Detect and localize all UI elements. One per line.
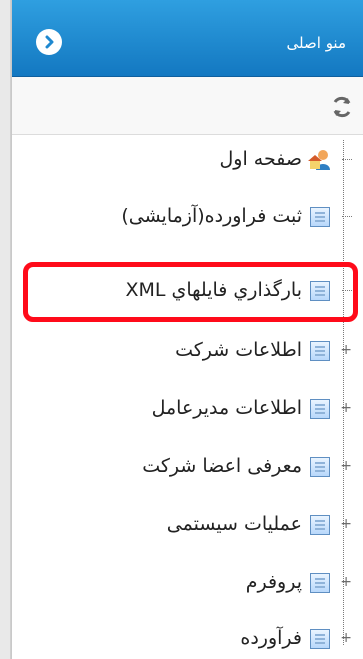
tree-item-label: عملیات سیستمی — [166, 513, 302, 535]
menu-toolbar — [12, 77, 363, 135]
expand-icon[interactable]: + — [340, 459, 352, 473]
tree-item-label: معرفی اعضا شرکت — [142, 455, 302, 477]
refresh-button[interactable] — [330, 95, 354, 119]
document-icon — [310, 207, 330, 227]
tree-connector — [342, 159, 352, 160]
main-menu-panel: منو اصلی صفحه اول ثبت فراورده(آزمایشی) ب… — [11, 0, 363, 659]
collapse-button[interactable] — [36, 29, 62, 55]
menu-header: منو اصلی — [12, 0, 363, 77]
document-icon — [310, 629, 330, 649]
chevron-right-icon — [45, 35, 54, 49]
tree-item-company-info[interactable]: + اطلاعات شرکت — [12, 331, 363, 371]
document-icon — [310, 399, 330, 419]
tree-item-label: پروفرم — [245, 571, 302, 593]
tree-item-company-members[interactable]: + معرفی اعضا شرکت — [12, 447, 363, 487]
tree-item-label: اطلاعات مدیرعامل — [151, 397, 302, 419]
tree-item-register-product[interactable]: ثبت فراورده(آزمایشی) — [12, 197, 363, 237]
tree-item-label: ثبت فراورده(آزمایشی) — [121, 205, 302, 227]
tree-item-ceo-info[interactable]: + اطلاعات مدیرعامل — [12, 389, 363, 429]
document-icon — [310, 573, 330, 593]
tree-item-system-operations[interactable]: + عملیات سیستمی — [12, 505, 363, 545]
highlight-box — [23, 262, 358, 322]
menu-title: منو اصلی — [286, 34, 346, 52]
menu-tree: صفحه اول ثبت فراورده(آزمایشی) بارگذاري ف… — [12, 135, 363, 659]
tree-item-label: صفحه اول — [219, 148, 303, 170]
document-icon — [310, 341, 330, 361]
tree-item-label: فرآورده — [240, 627, 302, 649]
tree-item-product[interactable]: + فرآورده — [12, 619, 363, 659]
expand-icon[interactable]: + — [340, 631, 352, 645]
home-user-icon — [308, 150, 330, 170]
left-edge — [0, 0, 11, 659]
tree-item-proforma[interactable]: + پروفرم — [12, 563, 363, 603]
tree-item-label: اطلاعات شرکت — [175, 339, 302, 361]
expand-icon[interactable]: + — [340, 517, 352, 531]
document-icon — [310, 515, 330, 535]
refresh-icon — [333, 96, 351, 118]
expand-icon[interactable]: + — [340, 575, 352, 589]
expand-icon[interactable]: + — [340, 343, 352, 357]
document-icon — [310, 457, 330, 477]
expand-icon[interactable]: + — [340, 401, 352, 415]
tree-connector — [342, 216, 352, 217]
tree-item-home[interactable]: صفحه اول — [12, 140, 363, 180]
